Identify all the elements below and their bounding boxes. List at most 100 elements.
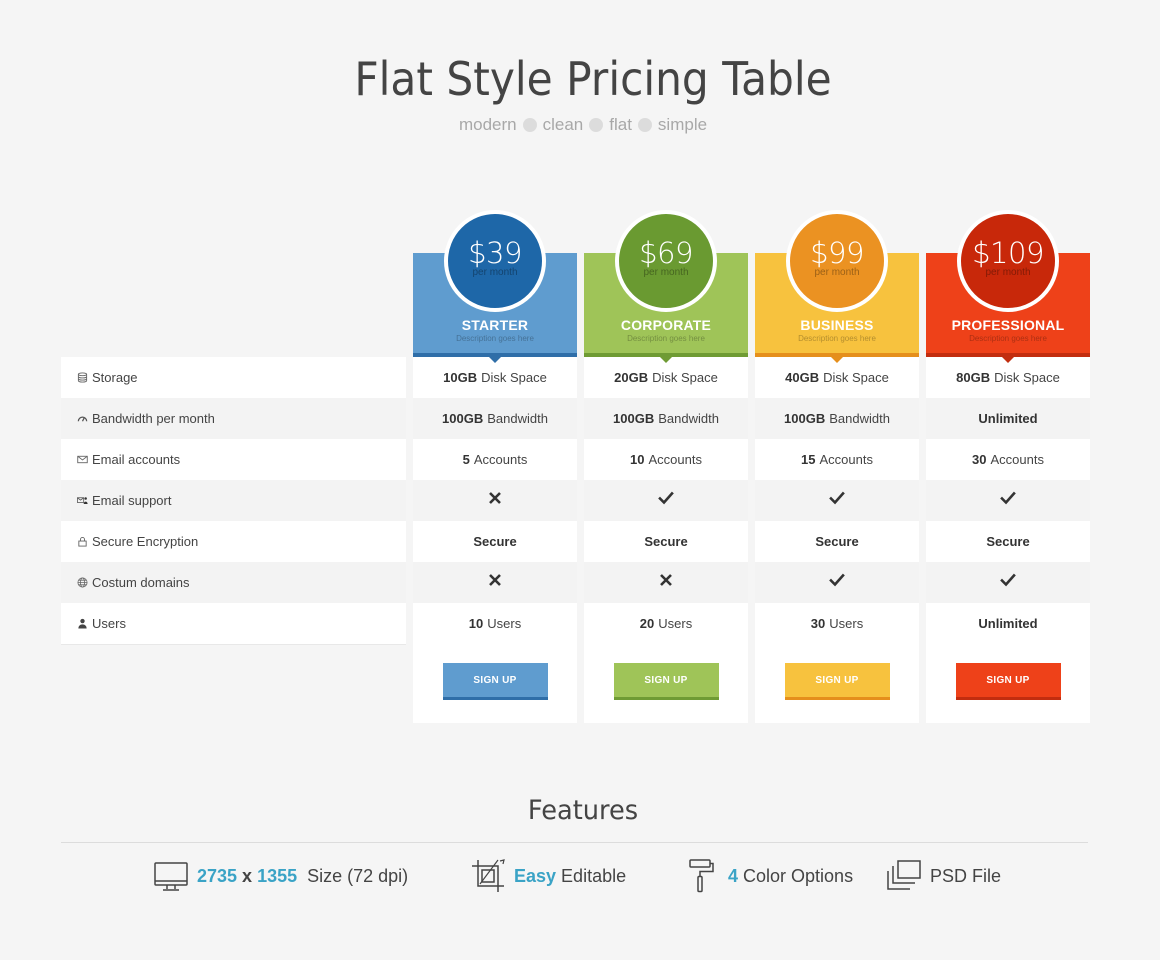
plan-corporate: $69 per month CORPORATE Description goes… — [584, 210, 748, 723]
tag-simple: simple — [657, 114, 708, 134]
feature-label: Bandwidth per month — [92, 411, 215, 426]
cell-value: Secure — [473, 534, 517, 549]
storage-icon — [75, 371, 89, 385]
cell-value: Unlimited — [978, 411, 1038, 426]
cross-icon — [658, 572, 674, 593]
cell-unit: Disk Space — [481, 370, 547, 385]
check-icon — [1000, 490, 1016, 511]
signup-area: SIGN UP — [413, 644, 577, 723]
feature-label: Email support — [92, 493, 172, 508]
plan-price: $39 — [468, 236, 522, 270]
cell-value: 20GB — [614, 370, 649, 385]
user-icon — [75, 617, 89, 631]
features-divider — [61, 842, 1088, 843]
separator-dot — [589, 117, 604, 132]
sign-up-button[interactable]: SIGN UP — [784, 663, 890, 700]
sign-up-button[interactable]: SIGN UP — [955, 663, 1061, 700]
plan-price: $109 — [972, 236, 1044, 270]
cell-value: Secure — [815, 534, 859, 549]
plan-feature-cell: 20GB Disk Space — [584, 357, 748, 398]
envelope-icon — [75, 453, 89, 467]
feature-text: PSD File — [930, 865, 1002, 886]
separator-dot — [637, 117, 652, 132]
plan-feature-cell: 20 Users — [584, 603, 748, 644]
cell-value: 15 — [801, 452, 816, 467]
header-notch — [660, 357, 672, 363]
plan-features: 40GB Disk Space 100GB Bandwidth 15 Accounts Se… — [755, 357, 919, 723]
plan-feature-cell: 10GB Disk Space — [413, 357, 577, 398]
plan-feature-cell: 80GB Disk Space — [926, 357, 1090, 398]
tag-clean: clean — [542, 114, 584, 134]
plan-feature-cell: Secure — [584, 521, 748, 562]
cell-unit: Disk Space — [652, 370, 718, 385]
cell-value: 30 — [810, 616, 826, 631]
cell-value: 10GB — [443, 370, 478, 385]
plan-features: 20GB Disk Space 100GB Bandwidth 10 Accounts Se… — [584, 357, 748, 723]
plan-feature-cell: 30 Users — [755, 603, 919, 644]
check-icon — [658, 490, 674, 511]
header-notch — [831, 357, 843, 363]
header-notch — [1002, 357, 1014, 363]
feature-label: Costum domains — [92, 575, 190, 590]
plan-feature-cell: Unlimited — [926, 603, 1090, 644]
plan-feature-cell — [926, 480, 1090, 521]
feature-text: 4 — [728, 865, 739, 886]
plan-description: Description goes here — [627, 334, 705, 343]
plan-feature-cell — [926, 562, 1090, 603]
plan-feature-cell: 10 Users — [413, 603, 577, 644]
cell-value: 20 — [639, 616, 655, 631]
lock-icon — [75, 535, 89, 549]
feature-text: x — [237, 865, 258, 886]
plan-feature-cell: 5 Accounts — [413, 439, 577, 480]
cell-value: Secure — [986, 534, 1030, 549]
crop-icon — [470, 858, 506, 894]
feature-item: Easy Editable — [470, 858, 626, 894]
sign-up-button[interactable]: SIGN UP — [442, 663, 548, 700]
feature-label-row: Storage — [61, 357, 406, 398]
cell-value: 100GB — [613, 411, 655, 426]
cell-value: 30 — [972, 452, 987, 467]
price-badge: $69 per month — [615, 210, 717, 312]
plan-header: $99 per month BUSINESS Description goes … — [755, 210, 919, 363]
cell-value: Secure — [644, 534, 688, 549]
feature-label: Email accounts — [92, 452, 181, 467]
cell-unit: Disk Space — [823, 370, 889, 385]
feature-label-row: Email accounts — [61, 439, 406, 480]
cell-value: 40GB — [785, 370, 820, 385]
page-title: Flat Style Pricing Table — [354, 52, 832, 106]
feature-text: Size (72 dpi) — [297, 865, 409, 886]
signup-area: SIGN UP — [755, 644, 919, 723]
sign-up-button[interactable]: SIGN UP — [613, 663, 719, 700]
separator-dot — [522, 117, 537, 132]
cross-icon — [487, 490, 503, 511]
plan-features: 80GB Disk Space Unlimited 30 Accounts Secure U… — [926, 357, 1090, 723]
plan-starter: $39 per month STARTER Description goes h… — [413, 210, 577, 723]
cross-icon — [487, 572, 503, 593]
plan-period: per month — [643, 267, 689, 278]
plan-feature-cell: Secure — [926, 521, 1090, 562]
cell-unit: Users — [829, 616, 864, 631]
tagline: modern clean flat simple — [0, 114, 1160, 135]
feature-text: Color Options — [738, 865, 854, 886]
plan-feature-cell: Secure — [413, 521, 577, 562]
plan-feature-cell — [584, 562, 748, 603]
price-badge: $109 per month — [957, 210, 1059, 312]
signup-area: SIGN UP — [926, 644, 1090, 723]
cell-unit: Accounts — [990, 452, 1044, 467]
cell-value: 100GB — [442, 411, 484, 426]
divider — [61, 644, 406, 645]
plan-feature-cell — [413, 480, 577, 521]
plan-description: Description goes here — [456, 334, 534, 343]
plan-description: Description goes here — [969, 334, 1047, 343]
plan-features: 10GB Disk Space 100GB Bandwidth 5 Accounts Sec… — [413, 357, 577, 723]
cell-unit: Bandwidth — [658, 411, 719, 426]
feature-label-row: Bandwidth per month — [61, 398, 406, 439]
plan-feature-cell: 40GB Disk Space — [755, 357, 919, 398]
tag-modern: modern — [458, 114, 517, 134]
cell-unit: Disk Space — [994, 370, 1060, 385]
plan-feature-cell: 100GB Bandwidth — [584, 398, 748, 439]
check-icon — [829, 490, 845, 511]
plan-professional: $109 per month PROFESSIONAL Description … — [926, 210, 1090, 723]
tag-flat: flat — [609, 114, 632, 134]
plan-feature-cell — [755, 480, 919, 521]
